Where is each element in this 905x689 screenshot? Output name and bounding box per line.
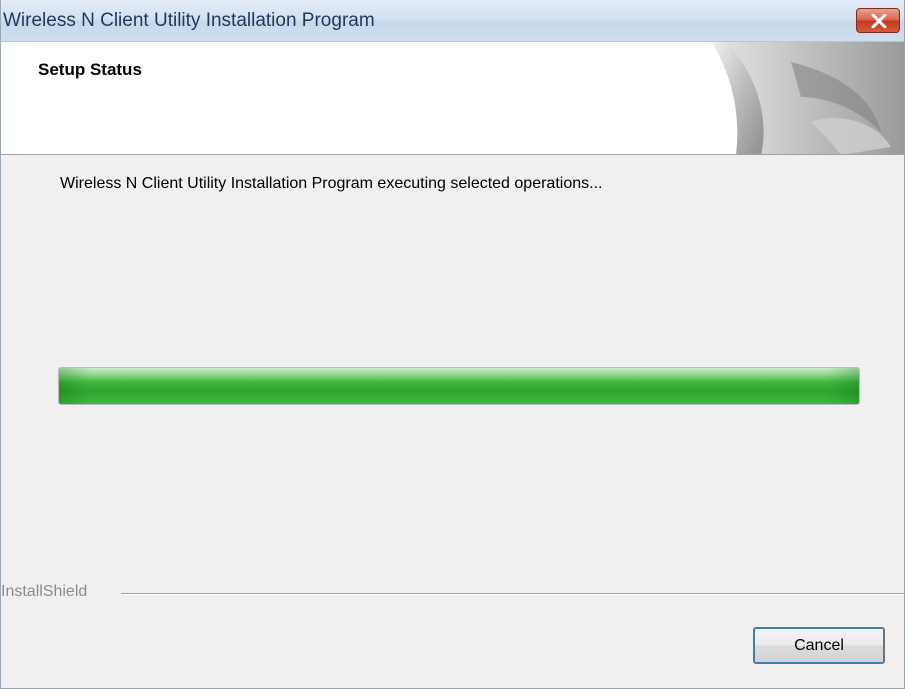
header-panel: Setup Status (1, 42, 904, 155)
cancel-button[interactable]: Cancel (753, 627, 885, 664)
window-title: Wireless N Client Utility Installation P… (3, 10, 375, 31)
installer-window: Wireless N Client Utility Installation P… (0, 0, 905, 689)
title-bar[interactable]: Wireless N Client Utility Installation P… (1, 0, 904, 42)
page-curl-graphic (711, 42, 904, 154)
close-icon (871, 14, 887, 28)
page-title: Setup Status (38, 60, 142, 79)
separator-line (121, 593, 904, 595)
close-button[interactable] (856, 8, 900, 33)
installshield-label: InstallShield (1, 583, 96, 601)
status-message: Wireless N Client Utility Installation P… (60, 175, 603, 192)
progress-fill (59, 368, 859, 404)
progress-bar (58, 367, 860, 405)
installshield-separator: InstallShield (1, 583, 904, 603)
